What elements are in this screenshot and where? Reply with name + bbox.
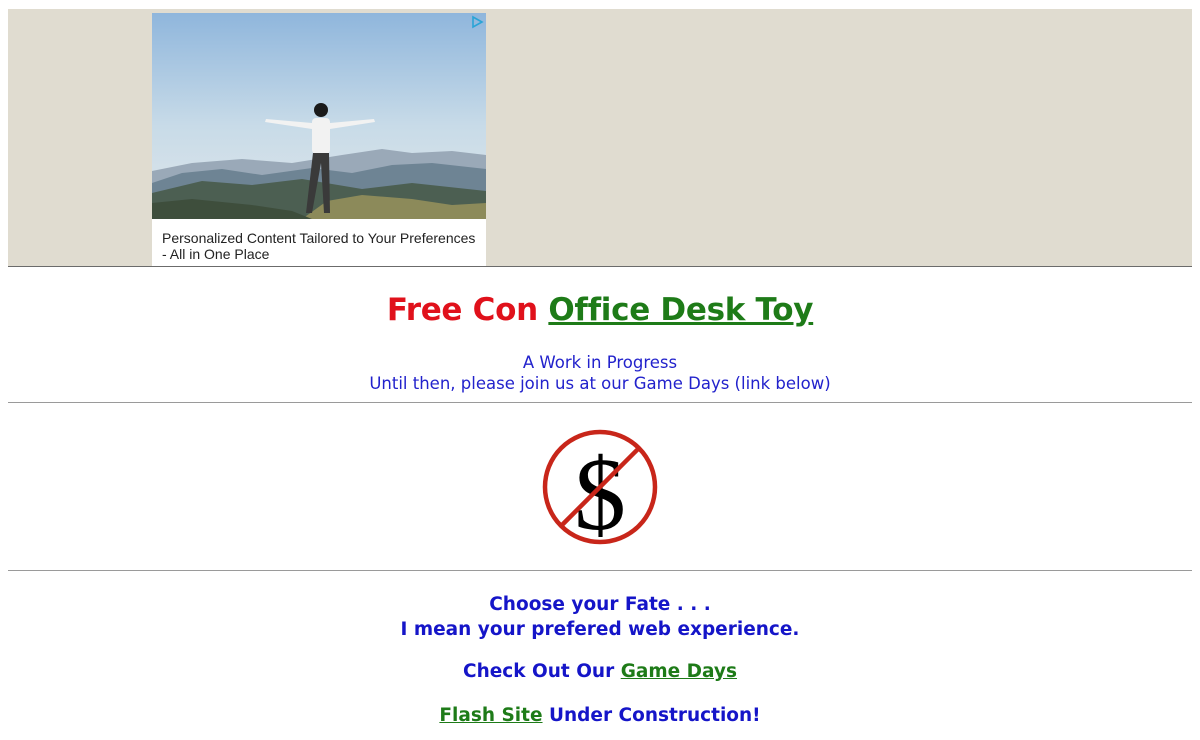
flash-site-suffix: Under Construction! [548, 705, 761, 726]
game-days-link[interactable]: Game Days [621, 661, 737, 682]
choose-fate-text: Choose your Fate . . . I mean your prefe… [0, 592, 1200, 642]
game-days-prefix: Check Out Our [463, 661, 615, 682]
page-title: Free Con Office Desk Toy [0, 289, 1200, 331]
game-days-line: Check Out Our Game Days [0, 659, 1200, 684]
title-con: Con [472, 292, 539, 328]
flash-site-line: Flash Site Under Construction! [0, 703, 1200, 728]
ad-card[interactable]: Personalized Content Tailored to Your Pr… [152, 13, 486, 266]
ad-choices-icon[interactable] [470, 15, 484, 29]
subtitle: A Work in Progress Until then, please jo… [0, 352, 1200, 394]
divider [8, 570, 1192, 571]
ad-image[interactable] [152, 13, 486, 219]
title-free: Free [386, 292, 463, 328]
flash-site-link[interactable]: Flash Site [439, 705, 542, 726]
page: Personalized Content Tailored to Your Pr… [0, 0, 1200, 740]
subtitle-line-1: A Work in Progress [522, 353, 678, 372]
fate-line-2: I mean your prefered web experience. [400, 619, 800, 640]
divider [8, 402, 1192, 403]
office-desk-toy-link[interactable]: Office Desk Toy [548, 292, 813, 328]
ad-banner: Personalized Content Tailored to Your Pr… [8, 9, 1192, 267]
subtitle-line-2: Until then, please join us at our Game D… [369, 374, 831, 393]
ad-caption[interactable]: Personalized Content Tailored to Your Pr… [162, 230, 478, 262]
no-dollar-icon: $ [542, 429, 658, 546]
dollar-symbol: $ [574, 437, 626, 546]
fate-line-1: Choose your Fate . . . [489, 594, 711, 615]
